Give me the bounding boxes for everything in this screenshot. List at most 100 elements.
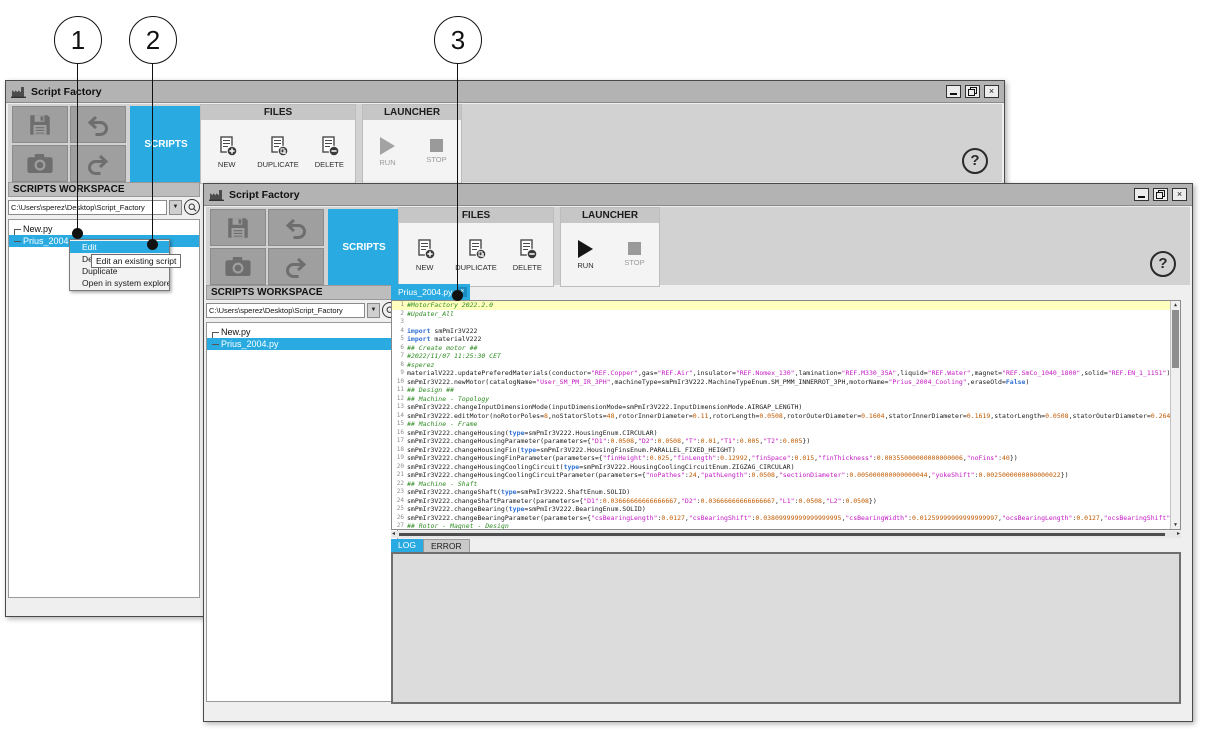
script-factory-window-front: Script Factory × SCRIPTS [203, 183, 1193, 722]
stop-icon [628, 242, 641, 255]
tab-log[interactable]: LOG [391, 539, 423, 552]
tab-error[interactable]: ERROR [423, 539, 470, 552]
duplicate-script-button[interactable]: DUPLICATE [452, 227, 500, 283]
camera-icon [224, 256, 252, 277]
run-button[interactable]: RUN [562, 227, 610, 283]
titlebar[interactable]: Script Factory × [204, 184, 1192, 206]
stop-button[interactable]: STOP [413, 124, 461, 180]
vertical-scroll-thumb[interactable] [1172, 310, 1179, 368]
code-line: 17smPmIr3V222.changeHousingParameter(par… [392, 437, 1180, 446]
restore-button[interactable] [1153, 188, 1168, 201]
tree-item-prius-2004-py[interactable]: Prius_2004.py [207, 338, 397, 350]
close-button[interactable]: × [984, 85, 999, 98]
run-button[interactable]: RUN [364, 124, 412, 180]
code-line: 23smPmIr3V222.changeShaft(type=smPmIr3V2… [392, 488, 1180, 497]
titlebar[interactable]: Script Factory × [6, 81, 1004, 103]
callout-line-2 [152, 64, 153, 244]
callout-dot-3 [452, 290, 463, 301]
tree-item-new-py[interactable]: New.py [207, 326, 397, 338]
callout-circle-1: 1 [54, 16, 102, 64]
run-icon [380, 137, 395, 155]
scripts-tab-button[interactable]: SCRIPTS [328, 209, 400, 285]
run-label: RUN [379, 158, 395, 167]
log-output-panel [391, 552, 1181, 704]
output-tabs: LOG ERROR [391, 539, 470, 552]
editor-tab-label: Prius_2004.py [398, 287, 452, 297]
code-lines: 1#MotorFactory 2022.2.02#Updater_All34im… [392, 301, 1180, 530]
delete-script-button[interactable]: DELETE [305, 124, 353, 180]
code-line: 5import materialV222 [392, 335, 1180, 344]
code-line: 18smPmIr3V222.changeHousingFin(type=smPm… [392, 446, 1180, 455]
code-line: 19smPmIr3V222.changeHousingFinParameter(… [392, 454, 1180, 463]
delete-script-button[interactable]: DELETE [503, 227, 551, 283]
edit-tooltip: Edit an existing script [91, 254, 181, 268]
duplicate-script-icon [465, 238, 487, 260]
vertical-scrollbar[interactable]: ▲ ▼ [1170, 301, 1180, 529]
new-script-button[interactable]: NEW [401, 227, 449, 283]
path-dropdown-button[interactable]: ▼ [367, 303, 380, 318]
files-group-label: FILES [399, 208, 553, 223]
undo-icon [86, 114, 110, 136]
toolbar: SCRIPTS FILES NEW DUPLICATE DELETE [206, 207, 1190, 285]
minimize-button[interactable] [946, 85, 961, 98]
code-line: 27## Rotor - Magnet - Design [392, 522, 1180, 530]
code-line: 3 [392, 318, 1180, 327]
code-line: 21smPmIr3V222.changeHousingCoolingCircui… [392, 471, 1180, 480]
toolbar: SCRIPTS FILES NEW DUPLICATE DELETE [8, 104, 1002, 182]
callout-circle-2: 2 [129, 16, 177, 64]
help-button[interactable]: ? [1150, 251, 1176, 277]
scroll-up-icon[interactable]: ▲ [1171, 302, 1180, 308]
code-line: 11## Design ## [392, 386, 1180, 395]
files-group: FILES NEW DUPLICATE DELETE [398, 207, 554, 287]
files-group-label: FILES [201, 105, 355, 120]
duplicate-label: DUPLICATE [257, 160, 299, 169]
redo-button[interactable] [70, 145, 126, 182]
screenshot-button[interactable] [12, 145, 68, 182]
horizontal-scrollbar[interactable]: ◂ ▸ [391, 531, 1181, 538]
stop-label: STOP [624, 258, 644, 267]
tree-item-new-py[interactable]: New.py [9, 223, 199, 235]
new-script-button[interactable]: NEW [203, 124, 251, 180]
scroll-down-icon[interactable]: ▼ [1171, 522, 1180, 528]
save-button[interactable] [12, 106, 68, 143]
delete-label: DELETE [513, 263, 542, 272]
path-dropdown-button[interactable]: ▼ [169, 200, 182, 215]
workspace-path-input[interactable]: C:\Users\sperez\Desktop\Script_Factory [8, 200, 167, 215]
stop-icon [430, 139, 443, 152]
restore-button[interactable] [965, 85, 980, 98]
menu-item-open-explorer[interactable]: Open in system explorer [70, 277, 169, 289]
close-button[interactable]: × [1172, 188, 1187, 201]
screenshot-button[interactable] [210, 248, 266, 285]
magnifier-icon [187, 202, 198, 213]
undo-button[interactable] [70, 106, 126, 143]
code-line: 24smPmIr3V222.changeShaftParameter(param… [392, 497, 1180, 506]
duplicate-script-button[interactable]: DUPLICATE [254, 124, 302, 180]
browse-folder-button[interactable] [184, 199, 200, 215]
callout-dot-2 [147, 239, 158, 250]
code-line: 7#2022/11/07 11:25:30 CET [392, 352, 1180, 361]
scripts-tab-button[interactable]: SCRIPTS [130, 106, 202, 182]
delete-script-icon [516, 238, 538, 260]
files-group: FILES NEW DUPLICATE DELETE [200, 104, 356, 184]
minimize-button[interactable] [1134, 188, 1149, 201]
redo-button[interactable] [268, 248, 324, 285]
help-button[interactable]: ? [962, 148, 988, 174]
workspace-path-input[interactable]: C:\Users\sperez\Desktop\Script_Factory [206, 303, 365, 318]
save-button[interactable] [210, 209, 266, 246]
undo-icon [284, 217, 308, 239]
run-icon [578, 240, 593, 258]
scroll-left-icon[interactable]: ◂ [392, 531, 395, 538]
callout-line-3 [457, 64, 458, 296]
code-line: 13smPmIr3V222.changeInputDimensionMode(i… [392, 403, 1180, 412]
app-factory-icon [11, 86, 26, 98]
horizontal-scroll-thumb[interactable] [399, 533, 1165, 536]
code-line: 15## Machine - Frame [392, 420, 1180, 429]
scroll-right-icon[interactable]: ▸ [1177, 531, 1180, 538]
undo-button[interactable] [268, 209, 324, 246]
stop-button[interactable]: STOP [611, 227, 659, 283]
code-line: 6## Create motor ## [392, 344, 1180, 353]
new-script-icon [216, 135, 238, 157]
code-editor[interactable]: 1#MotorFactory 2022.2.02#Updater_All34im… [391, 300, 1181, 530]
workspace-header: SCRIPTS WORKSPACE [206, 285, 398, 300]
save-icon [225, 215, 251, 241]
